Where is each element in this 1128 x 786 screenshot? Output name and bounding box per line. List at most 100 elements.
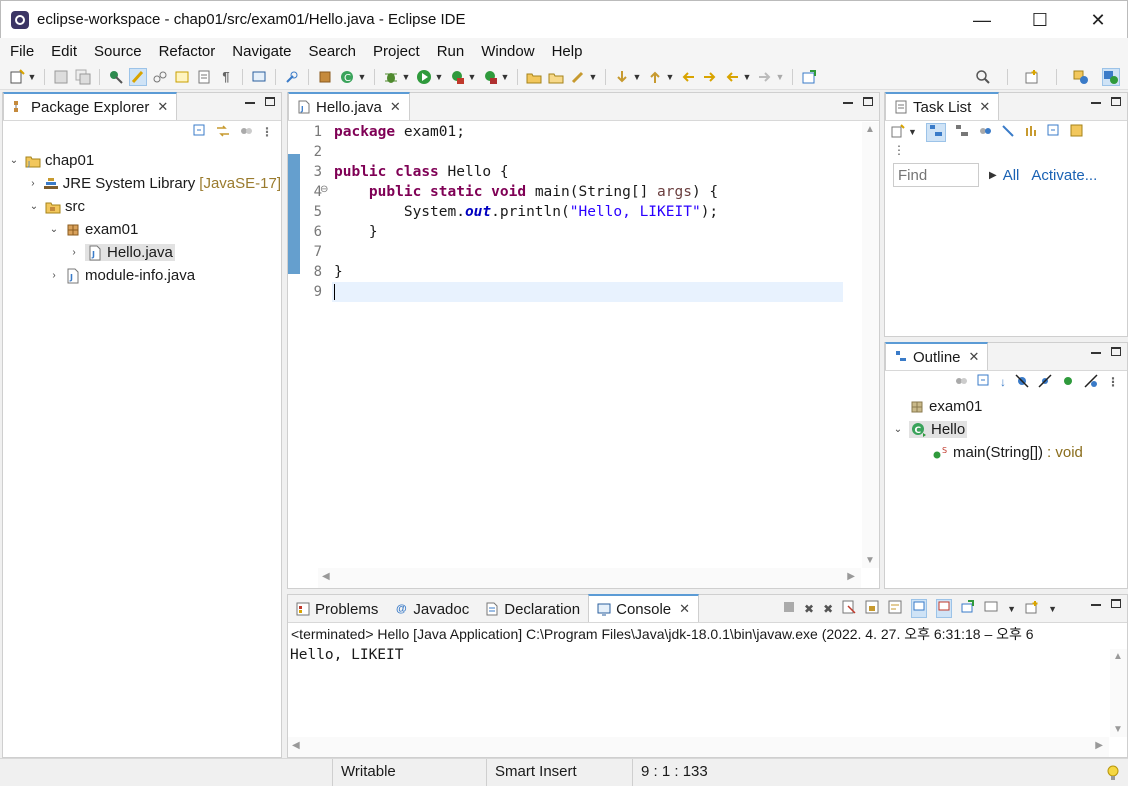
back-dropdown-icon[interactable]: ▼ (742, 68, 752, 86)
minimize-view-icon[interactable] (245, 102, 255, 104)
expanded-chevron-icon[interactable]: ⌄ (891, 424, 905, 435)
tree-item-jre[interactable]: › JRE System Library [JavaSE-17] (3, 172, 281, 195)
link-with-editor-icon[interactable] (215, 124, 231, 141)
console-output[interactable]: Hello, LIKEIT (288, 645, 1127, 665)
collapsed-chevron-icon[interactable]: › (47, 270, 61, 281)
find-input[interactable] (893, 163, 979, 187)
view-menu-icon[interactable]: ⋮ (1107, 375, 1119, 389)
menu-help[interactable]: Help (546, 43, 589, 60)
new-icon[interactable] (8, 68, 26, 86)
tree-item-package[interactable]: ⌄ exam01 (3, 218, 281, 241)
tab-hello-java[interactable]: J Hello.java ✕ (288, 92, 410, 120)
outline-item-package[interactable]: exam01 (885, 395, 1127, 418)
scroll-left-icon[interactable]: ◀ (322, 571, 330, 582)
new-class-icon[interactable]: C (338, 68, 356, 86)
debug-icon[interactable] (382, 68, 400, 86)
scroll-up-icon[interactable]: ▲ (865, 124, 875, 135)
scroll-down-icon[interactable]: ▼ (865, 555, 875, 566)
menu-edit[interactable]: Edit (45, 43, 83, 60)
minimize-view-icon[interactable] (1091, 102, 1101, 104)
display-console-icon[interactable] (984, 600, 998, 617)
tab-javadoc[interactable]: @ Javadoc (386, 596, 477, 622)
open-type-icon[interactable] (525, 68, 543, 86)
maximize-view-icon[interactable] (1111, 599, 1121, 608)
block-selection-icon[interactable] (195, 68, 213, 86)
scroll-right-icon[interactable]: ▶ (1095, 740, 1103, 751)
close-tab-icon[interactable]: ✕ (969, 349, 980, 365)
search-icon[interactable] (974, 68, 992, 86)
hide-static-icon[interactable] (1038, 373, 1052, 391)
collapse-all-icon[interactable] (977, 374, 991, 391)
pin-console-icon[interactable] (961, 600, 975, 617)
previous-annotation-dropdown-icon[interactable]: ▼ (665, 68, 675, 86)
code-text[interactable]: package exam01; public class Hello { pub… (332, 122, 843, 302)
show-stdout-icon[interactable] (911, 599, 928, 618)
scroll-lock-icon[interactable] (865, 600, 879, 617)
vertical-scrollbar[interactable]: ▲ ▼ (862, 122, 879, 568)
debug-dropdown-icon[interactable]: ▼ (401, 68, 411, 86)
previous-annotation-icon[interactable] (646, 68, 664, 86)
tab-package-explorer[interactable]: Package Explorer ✕ (3, 92, 178, 120)
menu-search[interactable]: Search (302, 43, 362, 60)
minimize-button[interactable]: — (953, 1, 1011, 39)
forward-edit-icon[interactable] (701, 68, 719, 86)
all-link[interactable]: All (1003, 167, 1020, 184)
hide-nonpublic-icon[interactable] (1061, 374, 1075, 391)
clear-console-icon[interactable] (842, 600, 856, 617)
scroll-down-icon[interactable]: ▼ (1113, 724, 1123, 735)
close-tab-icon[interactable]: ✕ (979, 99, 990, 115)
minimize-view-icon[interactable] (1091, 604, 1101, 606)
toggle-comment-icon[interactable] (173, 68, 191, 86)
close-tab-icon[interactable]: ✕ (679, 601, 690, 617)
forward-dropdown-icon[interactable]: ▼ (775, 68, 785, 86)
coverage-icon[interactable] (448, 68, 466, 86)
java-perspective-icon[interactable] (1102, 68, 1120, 86)
new-task-dropdown-icon[interactable]: ▼ (908, 127, 917, 137)
expand-arrow-icon[interactable]: ▶ (989, 170, 997, 181)
pen-icon[interactable] (569, 68, 587, 86)
maximize-view-icon[interactable] (1111, 97, 1121, 106)
collapse-all-icon[interactable] (1047, 124, 1061, 141)
hide-local-types-icon[interactable] (1084, 373, 1098, 391)
scroll-right-icon[interactable]: ▶ (847, 571, 855, 582)
debug-perspective-icon[interactable] (1072, 68, 1090, 86)
pin-editor-icon[interactable] (800, 68, 818, 86)
word-wrap-icon[interactable] (888, 600, 902, 617)
tree-item-module-info[interactable]: › J module-info.java (3, 264, 281, 287)
expanded-chevron-icon[interactable]: ⌄ (7, 155, 21, 166)
collapse-all-icon[interactable] (193, 124, 207, 141)
categorized-icon[interactable] (925, 122, 946, 142)
code-editor[interactable]: 1 2 3 4 5 6 7 8 9 ⊖ package exam01; publ… (288, 122, 879, 588)
tab-task-list[interactable]: Task List ✕ (885, 92, 1000, 120)
search-java-icon[interactable] (283, 68, 301, 86)
filters-icon[interactable] (239, 124, 253, 141)
display-console-dropdown-icon[interactable]: ▼ (1007, 604, 1016, 614)
maximize-view-icon[interactable] (1111, 347, 1121, 356)
mark-occurrences-icon[interactable] (129, 67, 147, 86)
remove-all-terminated-icon[interactable]: ✖ (823, 602, 833, 616)
forward-icon[interactable] (756, 68, 774, 86)
scroll-left-icon[interactable]: ◀ (292, 740, 300, 751)
show-stderr-icon[interactable] (936, 599, 953, 618)
menu-project[interactable]: Project (367, 43, 426, 60)
next-annotation-icon[interactable] (613, 68, 631, 86)
new-java-package-icon[interactable] (316, 68, 334, 86)
maximize-button[interactable]: ☐ (1011, 1, 1069, 39)
menu-window[interactable]: Window (475, 43, 540, 60)
tree-item-src[interactable]: ⌄ src (3, 195, 281, 218)
run-dropdown-icon[interactable]: ▼ (434, 68, 444, 86)
menu-run[interactable]: Run (431, 43, 471, 60)
fold-toggle-icon[interactable]: ⊖ (320, 184, 328, 195)
new-dropdown-icon[interactable]: ▼ (27, 68, 37, 86)
save-all-icon[interactable] (74, 68, 92, 86)
lightbulb-icon[interactable] (1106, 764, 1120, 786)
expanded-chevron-icon[interactable]: ⌄ (47, 224, 61, 235)
open-task-icon[interactable] (547, 68, 565, 86)
hide-completed-icon[interactable] (1001, 124, 1015, 141)
view-menu-icon[interactable]: ⋮ (885, 143, 1127, 159)
collapsed-chevron-icon[interactable]: › (27, 178, 39, 189)
console-horizontal-scrollbar[interactable]: ◀ ▶ (288, 737, 1109, 757)
run-icon[interactable] (415, 68, 433, 86)
skip-breakpoints-icon[interactable] (107, 68, 125, 86)
back-icon[interactable] (723, 68, 741, 86)
